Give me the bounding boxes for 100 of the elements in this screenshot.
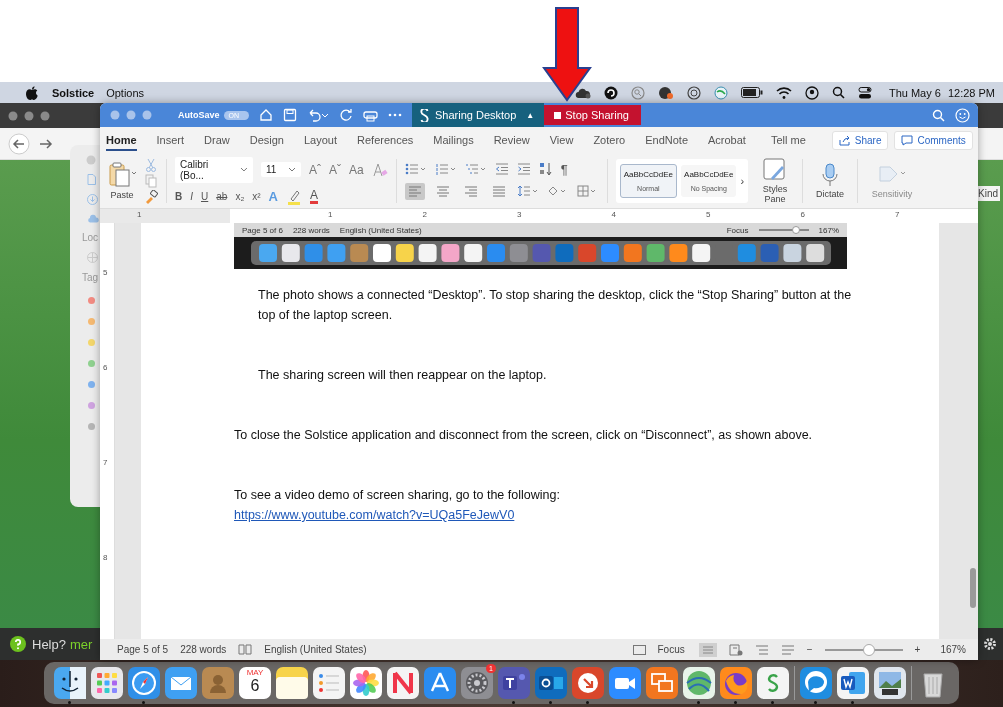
- apple-icon[interactable]: [26, 85, 38, 100]
- remote-desktop-icon[interactable]: [572, 667, 604, 699]
- forward-arrow-icon[interactable]: [38, 136, 54, 151]
- decrease-indent-icon[interactable]: [494, 163, 509, 175]
- contacts-book-icon[interactable]: [202, 667, 234, 699]
- screen-share-icon[interactable]: [646, 667, 678, 699]
- user-circle-icon[interactable]: [804, 85, 819, 100]
- envelope-icon[interactable]: [165, 667, 197, 699]
- web-layout-icon[interactable]: [728, 643, 743, 656]
- ribbon-tab[interactable]: Layout: [304, 129, 338, 151]
- font-size-field[interactable]: 11: [261, 162, 301, 177]
- highlighter-icon[interactable]: [286, 188, 302, 205]
- font-tool-button[interactable]: Aˆ: [309, 162, 321, 177]
- menu-bar-date[interactable]: Thu May 6: [888, 86, 941, 99]
- help-link[interactable]: mer: [69, 636, 93, 652]
- bullet-list-icon[interactable]: [404, 163, 427, 175]
- ribbon-tab[interactable]: Draw: [204, 129, 230, 151]
- scrollbar-thumb[interactable]: [970, 568, 976, 608]
- checklist-icon[interactable]: [313, 667, 345, 699]
- home-icon[interactable]: [259, 108, 273, 122]
- zoom-out-button[interactable]: −: [806, 644, 813, 655]
- ribbon-tab[interactable]: View: [549, 129, 574, 151]
- print-layout-icon[interactable]: [698, 642, 717, 657]
- ribbon-tab[interactable]: References: [357, 129, 414, 151]
- format-button[interactable]: x₂: [235, 191, 245, 202]
- zoom-slider-thumb[interactable]: [863, 643, 876, 656]
- spiral-icon[interactable]: [603, 85, 618, 100]
- line-spacing-icon[interactable]: [516, 185, 539, 197]
- globe-status-icon[interactable]: [713, 85, 728, 100]
- format-button[interactable]: x²: [252, 191, 261, 202]
- target-icon[interactable]: [686, 85, 701, 100]
- menu-bar-time[interactable]: 12:28 PM: [947, 86, 995, 99]
- menu-item[interactable]: Options: [106, 86, 145, 99]
- chat-app-icon[interactable]: [498, 667, 530, 699]
- news-icon[interactable]: [387, 667, 419, 699]
- help-icon[interactable]: [10, 636, 26, 652]
- ribbon-tab[interactable]: Design: [249, 129, 284, 151]
- ribbon-tab[interactable]: Home: [106, 129, 137, 151]
- format-button[interactable]: I: [190, 191, 193, 202]
- font-tool-button[interactable]: Aˇ: [329, 162, 341, 177]
- share-button[interactable]: Share: [831, 130, 889, 150]
- window-controls-icon[interactable]: [8, 110, 52, 121]
- font-name-field[interactable]: Calibri (Bo...: [175, 156, 253, 183]
- ribbon-tab[interactable]: Zotero: [593, 129, 626, 151]
- show-formatting-button[interactable]: ¶: [560, 161, 568, 177]
- page-count[interactable]: Page 5 of 5: [117, 644, 169, 655]
- compass-icon[interactable]: [128, 667, 160, 699]
- tag-dot[interactable]: [88, 423, 95, 430]
- cloud-icon[interactable]: [574, 86, 591, 99]
- tag-dot[interactable]: [88, 360, 95, 367]
- speech-bubble-icon[interactable]: [800, 667, 832, 699]
- save-icon[interactable]: [283, 108, 297, 122]
- photo-viewer-icon[interactable]: [874, 667, 906, 699]
- book-icon[interactable]: [238, 644, 253, 655]
- tag-dot[interactable]: [88, 297, 95, 304]
- smiley-icon[interactable]: [955, 107, 970, 123]
- gallery-more-button[interactable]: ›: [740, 174, 745, 187]
- comments-button[interactable]: Comments: [894, 130, 973, 150]
- eraser-letter-icon[interactable]: [371, 162, 388, 177]
- app-store-icon[interactable]: [424, 667, 456, 699]
- flower-icon[interactable]: [350, 667, 382, 699]
- toggle-switches-icon[interactable]: [857, 85, 872, 100]
- paste-button[interactable]: Paste: [106, 161, 138, 200]
- search-circle-icon[interactable]: [630, 85, 645, 100]
- paintbrush-icon[interactable]: [144, 189, 158, 204]
- globe-icon[interactable]: [683, 667, 715, 699]
- tag-dot[interactable]: [88, 402, 95, 409]
- menu-app-name[interactable]: Solstice: [52, 86, 95, 99]
- wifi-icon[interactable]: [775, 86, 792, 99]
- font-tool-button[interactable]: Aa: [349, 162, 364, 177]
- search-icon[interactable]: [831, 86, 845, 99]
- increase-indent-icon[interactable]: [516, 163, 531, 175]
- ribbon-tab[interactable]: Mailings: [433, 129, 474, 151]
- record-app-icon[interactable]: [657, 85, 674, 100]
- smiley-face-icon[interactable]: [54, 667, 86, 699]
- link[interactable]: https://www.youtube.com/watch?v=UQa5FeJewV0: [234, 508, 515, 522]
- zoom-percentage[interactable]: 167%: [940, 644, 966, 655]
- more-icon[interactable]: [388, 113, 402, 117]
- format-button[interactable]: ab: [216, 191, 228, 202]
- tell-me-search[interactable]: Tell me: [770, 129, 806, 151]
- window-controls-icon[interactable]: [110, 110, 154, 120]
- battery-icon[interactable]: [740, 87, 763, 98]
- word-count[interactable]: 228 words: [180, 644, 227, 655]
- ribbon-tab[interactable]: Insert: [156, 129, 185, 151]
- sharing-desktop-button[interactable]: Sharing Desktop ▲: [412, 103, 545, 127]
- zoom-in-button[interactable]: +: [914, 644, 921, 655]
- ribbon-tab[interactable]: Review: [493, 129, 530, 151]
- multilevel-list-icon[interactable]: [464, 163, 487, 175]
- print-icon[interactable]: [363, 108, 378, 122]
- language[interactable]: English (United States): [264, 644, 367, 655]
- font-color-button[interactable]: A: [310, 189, 318, 204]
- tag-dot[interactable]: [88, 318, 95, 325]
- tag-dot[interactable]: [88, 381, 95, 388]
- format-button[interactable]: U: [201, 191, 209, 202]
- focus-button[interactable]: Focus: [657, 644, 685, 655]
- undo-icon[interactable]: [307, 108, 329, 122]
- notepad-icon[interactable]: [276, 667, 308, 699]
- dictate-button[interactable]: Dictate: [811, 162, 850, 199]
- s-logo-icon[interactable]: [757, 667, 789, 699]
- tag-dot[interactable]: [88, 339, 95, 346]
